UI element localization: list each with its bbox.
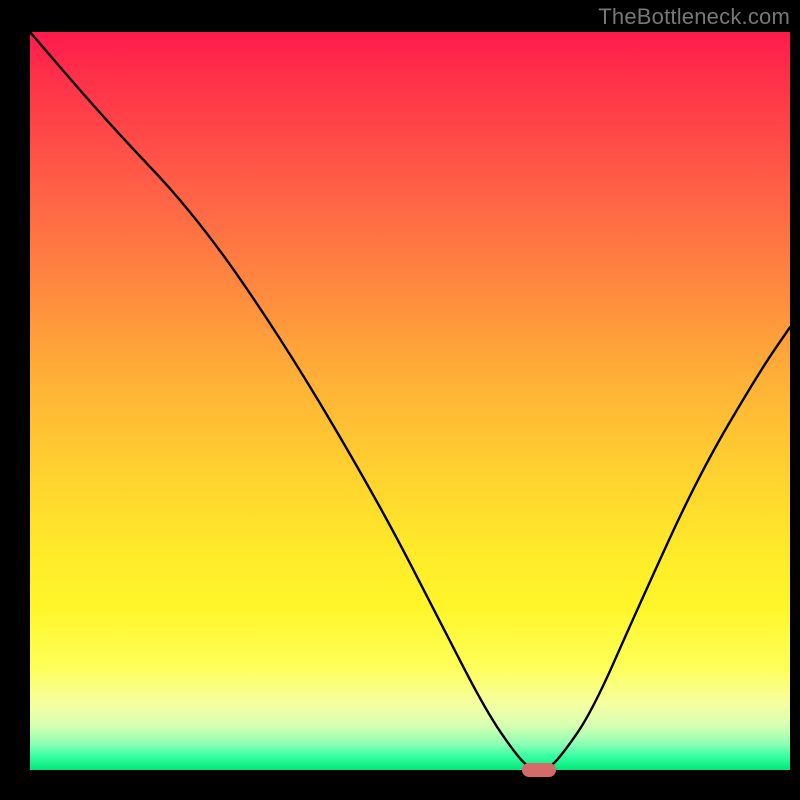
curve-path (30, 32, 790, 770)
plot-area (30, 32, 790, 770)
optimal-marker (522, 763, 556, 777)
watermark-text: TheBottleneck.com (598, 4, 790, 30)
chart-frame: TheBottleneck.com (0, 0, 800, 800)
bottleneck-curve (30, 32, 790, 770)
